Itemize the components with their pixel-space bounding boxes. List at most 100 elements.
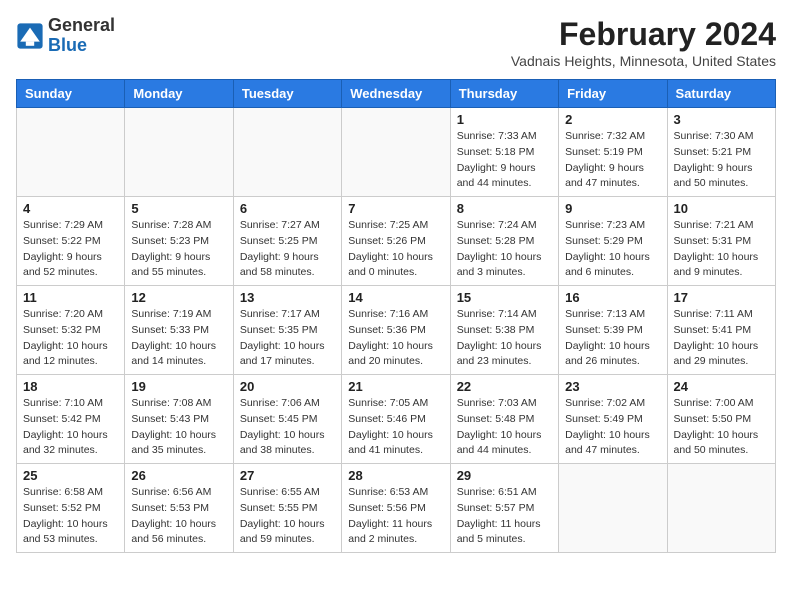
calendar-cell: 2Sunrise: 7:32 AM Sunset: 5:19 PM Daylig… (559, 108, 667, 197)
calendar-cell (233, 108, 341, 197)
day-info: Sunrise: 6:55 AM Sunset: 5:55 PM Dayligh… (240, 485, 335, 548)
day-info: Sunrise: 7:25 AM Sunset: 5:26 PM Dayligh… (348, 218, 443, 281)
day-number: 26 (131, 468, 226, 483)
week-row-4: 18Sunrise: 7:10 AM Sunset: 5:42 PM Dayli… (17, 375, 776, 464)
day-info: Sunrise: 7:08 AM Sunset: 5:43 PM Dayligh… (131, 396, 226, 459)
calendar-cell (17, 108, 125, 197)
weekday-header-friday: Friday (559, 80, 667, 108)
day-info: Sunrise: 6:58 AM Sunset: 5:52 PM Dayligh… (23, 485, 118, 548)
weekday-header-saturday: Saturday (667, 80, 775, 108)
calendar-cell: 20 Sunrise: 7:06 AM Sunset: 5:45 PM Dayli… (233, 375, 341, 464)
day-info: Sunrise: 7:10 AM Sunset: 5:42 PM Dayligh… (23, 396, 118, 459)
day-number: 4 (23, 201, 118, 216)
day-info: Sunrise: 7:00 AM Sunset: 5:50 PM Dayligh… (674, 396, 769, 459)
day-info: Sunrise: 7:28 AM Sunset: 5:23 PM Dayligh… (131, 218, 226, 281)
calendar-table: SundayMondayTuesdayWednesdayThursdayFrid… (16, 79, 776, 553)
title-area: February 2024 Vadnais Heights, Minnesota… (511, 16, 776, 69)
weekday-header-monday: Monday (125, 80, 233, 108)
logo-icon (16, 22, 44, 50)
day-number: 23 (565, 379, 660, 394)
day-number: 6 (240, 201, 335, 216)
calendar-cell (342, 108, 450, 197)
day-number: 15 (457, 290, 552, 305)
calendar-cell: 17 Sunrise: 7:11 AM Sunset: 5:41 PM Dayli… (667, 286, 775, 375)
calendar-cell: 26 Sunrise: 6:56 AM Sunset: 5:53 PM Dayli… (125, 464, 233, 553)
day-info: Sunrise: 7:11 AM Sunset: 5:41 PM Dayligh… (674, 307, 769, 370)
calendar-cell: 24 Sunrise: 7:00 AM Sunset: 5:50 PM Dayli… (667, 375, 775, 464)
day-info: Sunrise: 7:21 AM Sunset: 5:31 PM Dayligh… (674, 218, 769, 281)
weekday-header-row: SundayMondayTuesdayWednesdayThursdayFrid… (17, 80, 776, 108)
day-number: 8 (457, 201, 552, 216)
day-number: 5 (131, 201, 226, 216)
day-info: Sunrise: 7:13 AM Sunset: 5:39 PM Dayligh… (565, 307, 660, 370)
calendar-cell (559, 464, 667, 553)
calendar-cell: 9 Sunrise: 7:23 AM Sunset: 5:29 PM Daylig… (559, 197, 667, 286)
calendar-cell: 27 Sunrise: 6:55 AM Sunset: 5:55 PM Dayli… (233, 464, 341, 553)
calendar-cell: 23 Sunrise: 7:02 AM Sunset: 5:49 PM Dayli… (559, 375, 667, 464)
calendar-cell: 19 Sunrise: 7:08 AM Sunset: 5:43 PM Dayli… (125, 375, 233, 464)
logo-text: General Blue (48, 16, 115, 56)
calendar-cell: 1 Sunrise: 7:33 AM Sunset: 5:18 PM Daylig… (450, 108, 558, 197)
calendar-cell (667, 464, 775, 553)
subtitle: Vadnais Heights, Minnesota, United State… (511, 53, 776, 69)
week-row-2: 4 Sunrise: 7:29 AM Sunset: 5:22 PM Daylig… (17, 197, 776, 286)
day-number: 22 (457, 379, 552, 394)
calendar-cell: 29 Sunrise: 6:51 AM Sunset: 5:57 PM Dayli… (450, 464, 558, 553)
weekday-header-sunday: Sunday (17, 80, 125, 108)
calendar-cell: 12Sunrise: 7:19 AM Sunset: 5:33 PM Dayli… (125, 286, 233, 375)
day-info: Sunrise: 6:56 AM Sunset: 5:53 PM Dayligh… (131, 485, 226, 548)
calendar-cell: 21 Sunrise: 7:05 AM Sunset: 5:46 PM Dayli… (342, 375, 450, 464)
calendar-cell: 8 Sunrise: 7:24 AM Sunset: 5:28 PM Daylig… (450, 197, 558, 286)
day-info: Sunrise: 7:17 AM Sunset: 5:35 PM Dayligh… (240, 307, 335, 370)
day-number: 24 (674, 379, 769, 394)
day-info: Sunrise: 7:23 AM Sunset: 5:29 PM Dayligh… (565, 218, 660, 281)
day-info: Sunrise: 7:24 AM Sunset: 5:28 PM Dayligh… (457, 218, 552, 281)
calendar-cell: 3Sunrise: 7:30 AM Sunset: 5:21 PM Daylig… (667, 108, 775, 197)
day-info: Sunrise: 7:14 AM Sunset: 5:38 PM Dayligh… (457, 307, 552, 370)
calendar-cell: 15 Sunrise: 7:14 AM Sunset: 5:38 PM Dayli… (450, 286, 558, 375)
day-info: Sunrise: 7:06 AM Sunset: 5:45 PM Dayligh… (240, 396, 335, 459)
day-number: 16 (565, 290, 660, 305)
logo: General Blue (16, 16, 115, 56)
day-number: 29 (457, 468, 552, 483)
day-number: 20 (240, 379, 335, 394)
day-number: 7 (348, 201, 443, 216)
weekday-header-thursday: Thursday (450, 80, 558, 108)
day-number: 19 (131, 379, 226, 394)
day-number: 27 (240, 468, 335, 483)
day-number: 14 (348, 290, 443, 305)
calendar-cell: 10 Sunrise: 7:21 AM Sunset: 5:31 PM Dayli… (667, 197, 775, 286)
day-number: 12 (131, 290, 226, 305)
day-info: Sunrise: 7:03 AM Sunset: 5:48 PM Dayligh… (457, 396, 552, 459)
main-title: February 2024 (511, 16, 776, 53)
day-info: Sunrise: 7:16 AM Sunset: 5:36 PM Dayligh… (348, 307, 443, 370)
day-number: 17 (674, 290, 769, 305)
day-info: Sunrise: 7:30 AM Sunset: 5:21 PM Dayligh… (674, 129, 769, 192)
day-number: 11 (23, 290, 118, 305)
day-info: Sunrise: 6:53 AM Sunset: 5:56 PM Dayligh… (348, 485, 443, 548)
calendar-cell: 18Sunrise: 7:10 AM Sunset: 5:42 PM Dayli… (17, 375, 125, 464)
calendar-cell: 13 Sunrise: 7:17 AM Sunset: 5:35 PM Dayli… (233, 286, 341, 375)
week-row-3: 11 Sunrise: 7:20 AM Sunset: 5:32 PM Dayli… (17, 286, 776, 375)
page-header: General Blue February 2024 Vadnais Heigh… (16, 16, 776, 69)
day-number: 1 (457, 112, 552, 127)
calendar-cell: 4 Sunrise: 7:29 AM Sunset: 5:22 PM Daylig… (17, 197, 125, 286)
calendar-cell (125, 108, 233, 197)
day-info: Sunrise: 7:29 AM Sunset: 5:22 PM Dayligh… (23, 218, 118, 281)
calendar-cell: 28Sunrise: 6:53 AM Sunset: 5:56 PM Dayli… (342, 464, 450, 553)
day-info: Sunrise: 6:51 AM Sunset: 5:57 PM Dayligh… (457, 485, 552, 548)
day-number: 10 (674, 201, 769, 216)
calendar-cell: 25Sunrise: 6:58 AM Sunset: 5:52 PM Dayli… (17, 464, 125, 553)
day-number: 13 (240, 290, 335, 305)
day-info: Sunrise: 7:20 AM Sunset: 5:32 PM Dayligh… (23, 307, 118, 370)
day-info: Sunrise: 7:32 AM Sunset: 5:19 PM Dayligh… (565, 129, 660, 192)
day-info: Sunrise: 7:02 AM Sunset: 5:49 PM Dayligh… (565, 396, 660, 459)
day-info: Sunrise: 7:05 AM Sunset: 5:46 PM Dayligh… (348, 396, 443, 459)
day-number: 9 (565, 201, 660, 216)
calendar-cell: 6Sunrise: 7:27 AM Sunset: 5:25 PM Daylig… (233, 197, 341, 286)
day-info: Sunrise: 7:33 AM Sunset: 5:18 PM Dayligh… (457, 129, 552, 192)
day-number: 21 (348, 379, 443, 394)
calendar-cell: 7 Sunrise: 7:25 AM Sunset: 5:26 PM Daylig… (342, 197, 450, 286)
calendar-cell: 14 Sunrise: 7:16 AM Sunset: 5:36 PM Dayli… (342, 286, 450, 375)
weekday-header-tuesday: Tuesday (233, 80, 341, 108)
